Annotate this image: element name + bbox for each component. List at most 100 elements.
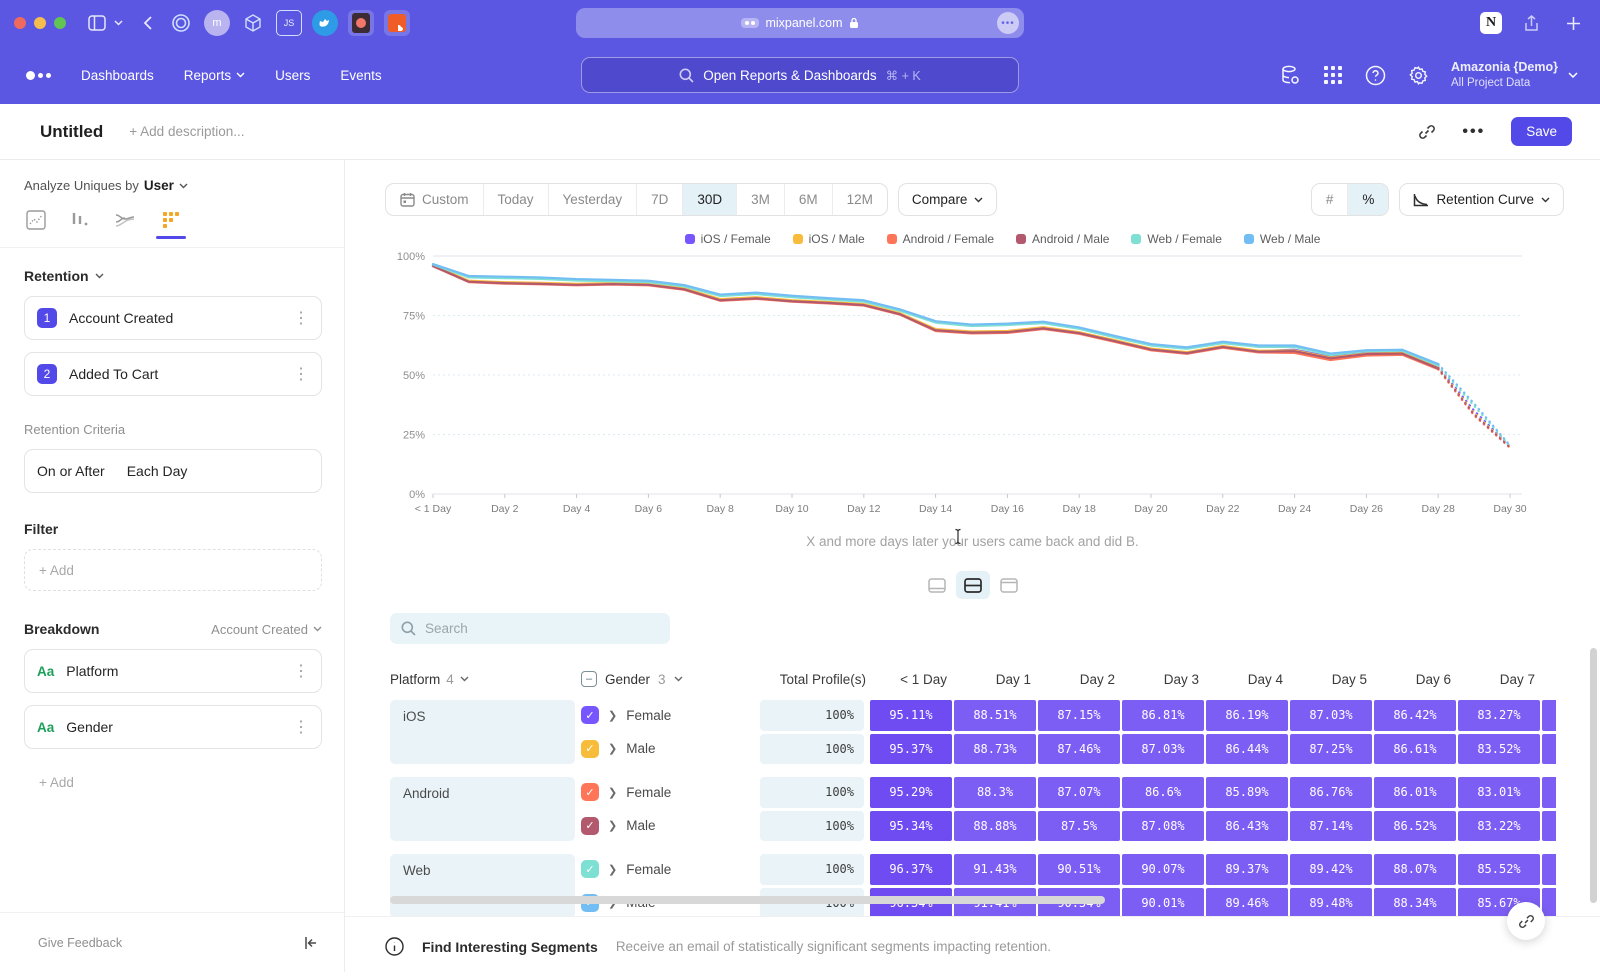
- range-6m[interactable]: 6M: [785, 184, 833, 215]
- day-header[interactable]: Day 4: [1212, 672, 1296, 687]
- horizontal-scrollbar[interactable]: [390, 896, 1105, 904]
- range-today[interactable]: Today: [484, 184, 549, 215]
- day-header[interactable]: Day 5: [1296, 672, 1380, 687]
- range-12m[interactable]: 12M: [833, 184, 887, 215]
- kebab-menu-icon[interactable]: ⋮: [293, 661, 309, 681]
- kebab-menu-icon[interactable]: ⋮: [293, 364, 309, 384]
- vertical-scrollbar[interactable]: [1590, 648, 1597, 903]
- series-checkbox[interactable]: ✓: [581, 706, 599, 724]
- platform-cell[interactable]: Android: [390, 777, 575, 841]
- table-search-input[interactable]: [425, 621, 645, 636]
- retention-step-2[interactable]: 2Added To Cart⋮: [24, 352, 322, 396]
- criteria-card[interactable]: On or After Each Day: [24, 449, 322, 493]
- add-filter-button[interactable]: + Add: [24, 549, 322, 591]
- red-dot-tab-icon[interactable]: [348, 10, 374, 36]
- range-30d[interactable]: 30D: [683, 184, 737, 215]
- platform-column-header[interactable]: Platform 4: [390, 672, 581, 687]
- step-event-label[interactable]: Account Created: [69, 310, 173, 326]
- page-actions-icon[interactable]: •••: [997, 12, 1019, 34]
- zoom-window-icon[interactable]: [54, 17, 66, 29]
- day-header[interactable]: Day 1: [960, 672, 1044, 687]
- breakdown-scope-select[interactable]: Account Created: [211, 622, 322, 637]
- compare-button[interactable]: Compare: [898, 183, 998, 216]
- minimize-window-icon[interactable]: [34, 17, 46, 29]
- cube-icon[interactable]: [240, 10, 266, 36]
- give-feedback-link[interactable]: Give Feedback: [38, 936, 122, 950]
- js-icon[interactable]: JS: [276, 10, 302, 36]
- day-header[interactable]: Day 6: [1380, 672, 1464, 687]
- share-link-fab[interactable]: [1507, 902, 1545, 940]
- criteria-mode[interactable]: On or After: [37, 463, 105, 479]
- share-icon[interactable]: [1518, 10, 1544, 36]
- kebab-menu-icon[interactable]: ⋮: [293, 717, 309, 737]
- expand-chevron-icon[interactable]: ❯: [608, 863, 617, 876]
- retention-step-1[interactable]: 1Account Created⋮: [24, 296, 322, 340]
- total-profiles-header[interactable]: Total Profile(s): [766, 672, 876, 687]
- expand-chevron-icon[interactable]: ❯: [608, 709, 617, 722]
- collapse-sidebar-icon[interactable]: [304, 936, 318, 950]
- tab-funnels[interactable]: [70, 210, 90, 238]
- legend-item[interactable]: iOS / Male: [793, 232, 865, 246]
- tab-retention[interactable]: [160, 210, 182, 238]
- nav-item-events[interactable]: Events: [340, 68, 381, 83]
- expand-chevron-icon[interactable]: ❯: [608, 819, 617, 832]
- new-tab-icon[interactable]: [1560, 10, 1586, 36]
- soundcloud-icon[interactable]: [384, 10, 410, 36]
- breakdown-platform[interactable]: AaPlatform⋮: [24, 649, 322, 693]
- mixpanel-logo-icon[interactable]: [26, 71, 51, 80]
- window-controls[interactable]: [14, 17, 66, 29]
- global-search[interactable]: Open Reports & Dashboards ⌘ + K: [581, 57, 1019, 93]
- day-header[interactable]: Day 7: [1464, 672, 1548, 687]
- range-custom[interactable]: Custom: [386, 184, 484, 215]
- legend-item[interactable]: Web / Female: [1131, 232, 1221, 246]
- range-3m[interactable]: 3M: [737, 184, 785, 215]
- extension-icons[interactable]: m JS: [168, 10, 410, 36]
- find-segments-title[interactable]: Find Interesting Segments: [422, 939, 598, 955]
- range-yesterday[interactable]: Yesterday: [549, 184, 638, 215]
- format-percent-button[interactable]: %: [1348, 184, 1388, 215]
- expand-chevron-icon[interactable]: ❯: [608, 786, 617, 799]
- add-description[interactable]: + Add description...: [129, 124, 244, 139]
- kebab-menu-icon[interactable]: ⋮: [293, 308, 309, 328]
- expand-chevron-icon[interactable]: ❯: [608, 742, 617, 755]
- platform-cell[interactable]: iOS: [390, 700, 575, 764]
- legend-item[interactable]: Android / Female: [887, 232, 994, 246]
- breakdown-gender[interactable]: AaGender⋮: [24, 705, 322, 749]
- m-avatar-icon[interactable]: m: [204, 10, 230, 36]
- project-switcher[interactable]: Amazonia {Demo} All Project Data: [1451, 60, 1578, 90]
- legend-item[interactable]: Android / Male: [1016, 232, 1109, 246]
- layout-table-only-button[interactable]: [992, 571, 1026, 599]
- series-checkbox[interactable]: ✓: [581, 740, 599, 758]
- nav-item-dashboards[interactable]: Dashboards: [81, 68, 154, 83]
- day-header[interactable]: Day 3: [1128, 672, 1212, 687]
- settings-gear-icon[interactable]: [1408, 65, 1429, 86]
- legend-item[interactable]: iOS / Female: [685, 232, 771, 246]
- tab-chevron-icon[interactable]: [110, 10, 126, 36]
- target-icon[interactable]: [168, 10, 194, 36]
- close-window-icon[interactable]: [14, 17, 26, 29]
- table-search[interactable]: [390, 613, 670, 644]
- day-header[interactable]: Day 2: [1044, 672, 1128, 687]
- select-all-checkbox[interactable]: –: [581, 671, 597, 687]
- address-bar[interactable]: mixpanel.com •••: [576, 8, 1024, 38]
- data-management-icon[interactable]: [1279, 64, 1301, 86]
- copy-link-icon[interactable]: [1418, 123, 1436, 141]
- more-options-icon[interactable]: •••: [1462, 123, 1485, 141]
- tab-insights[interactable]: [26, 210, 46, 238]
- save-button[interactable]: Save: [1511, 117, 1572, 146]
- nav-item-users[interactable]: Users: [275, 68, 310, 83]
- notion-icon[interactable]: N: [1480, 12, 1502, 34]
- format-absolute-button[interactable]: #: [1312, 184, 1349, 215]
- step-event-label[interactable]: Added To Cart: [69, 366, 158, 382]
- tab-flows[interactable]: [114, 210, 136, 238]
- range-7d[interactable]: 7D: [637, 184, 683, 215]
- nav-item-reports[interactable]: Reports: [184, 68, 245, 83]
- apps-grid-icon[interactable]: [1323, 65, 1343, 85]
- help-icon[interactable]: [1365, 65, 1386, 86]
- breakdown-property-label[interactable]: Gender: [66, 719, 113, 735]
- series-checkbox[interactable]: ✓: [581, 783, 599, 801]
- layout-split-button[interactable]: [956, 571, 990, 599]
- retention-section-label[interactable]: Retention: [24, 268, 89, 284]
- criteria-interval[interactable]: Each Day: [127, 463, 188, 479]
- layout-chart-only-button[interactable]: [920, 571, 954, 599]
